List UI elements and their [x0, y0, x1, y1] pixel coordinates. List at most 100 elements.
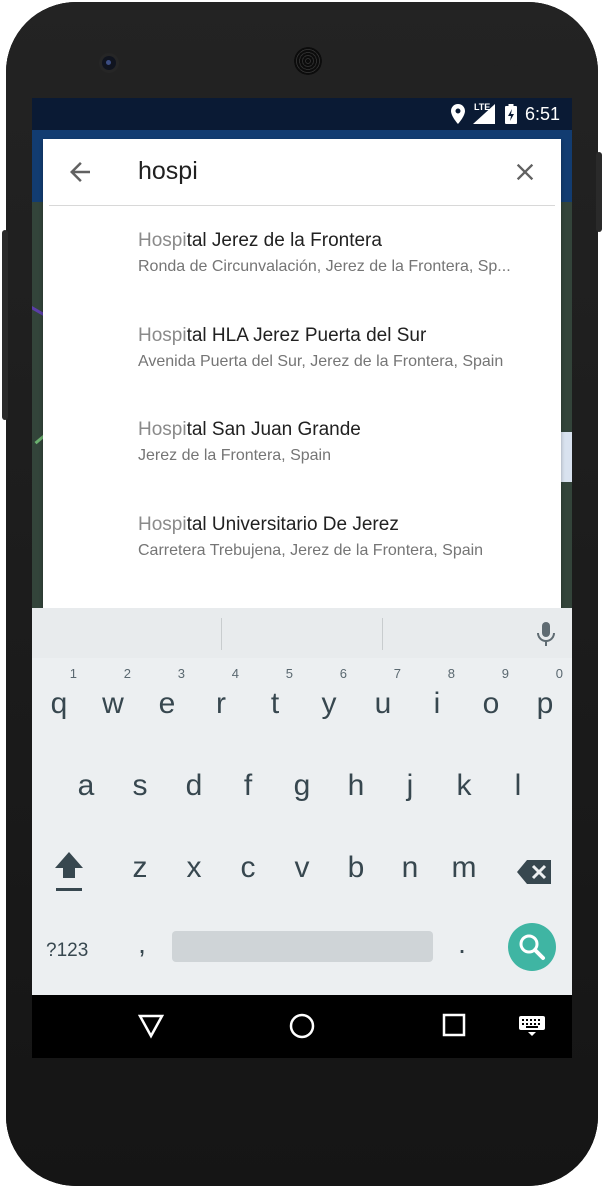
key-char: a	[77, 769, 95, 802]
suggestion-item[interactable]: Hospital San Juan Grande Jerez de la Fro…	[138, 418, 558, 467]
key-char: i	[433, 687, 441, 720]
proximity-sensor	[492, 58, 500, 66]
microphone-icon[interactable]	[534, 620, 558, 648]
suggestion-item[interactable]: Hospital HLA Jerez Puerta del Sur Avenid…	[138, 324, 558, 373]
network-type: LTE	[473, 102, 491, 112]
clock-time: 6:51	[524, 103, 560, 124]
recents-square-icon[interactable]	[442, 1013, 466, 1037]
key-o[interactable]: 9o	[464, 664, 518, 744]
key-char: m	[451, 851, 477, 884]
keyboard-row-2: a s d f g h j k l	[32, 746, 572, 826]
key-j[interactable]: j	[383, 746, 437, 826]
key-char: j	[406, 769, 414, 802]
key-g[interactable]: g	[275, 746, 329, 826]
key-char: p	[536, 687, 554, 720]
soft-keyboard: 1q 2w 3e 4r 5t 6y 7u 8i 9o 0p a s d f g …	[32, 608, 572, 995]
key-v[interactable]: v	[275, 828, 329, 908]
phone-frame: LTE 6:51 hospi Hospital Jerez de la Fron…	[2, 2, 602, 1186]
suggestion-rest: tal Universitario De Jerez	[186, 514, 399, 535]
map-label-shape	[560, 432, 572, 482]
search-bar: hospi	[43, 139, 561, 205]
suggestion-title: Hospital San Juan Grande	[138, 418, 558, 442]
key-e[interactable]: 3e	[140, 664, 194, 744]
suggestion-subtitle: Ronda de Circunvalación, Jerez de la Fro…	[138, 258, 511, 275]
key-char: u	[374, 687, 392, 720]
battery-charging-icon	[504, 104, 517, 124]
key-hint: 2	[123, 666, 131, 681]
key-char: c	[240, 851, 256, 884]
suggestion-item[interactable]: Hospital Universitario De Jerez Carreter…	[138, 513, 558, 562]
key-d[interactable]: d	[167, 746, 221, 826]
suggestion-match: Hospi	[138, 419, 187, 440]
earpiece-speaker	[294, 47, 322, 75]
key-char: o	[482, 687, 500, 720]
key-q[interactable]: 1q	[32, 664, 86, 744]
key-hint: 5	[285, 666, 293, 681]
key-char: s	[132, 769, 148, 802]
status-bar: LTE 6:51	[32, 98, 572, 130]
key-char: f	[243, 769, 253, 802]
key-char: t	[270, 687, 280, 720]
key-l[interactable]: l	[491, 746, 545, 826]
key-char: q	[50, 687, 68, 720]
key-t[interactable]: 5t	[248, 664, 302, 744]
backspace-icon[interactable]	[517, 860, 551, 884]
key-z[interactable]: z	[113, 828, 167, 908]
key-char: g	[293, 769, 311, 802]
comma-key[interactable]: ,	[132, 928, 152, 960]
key-i[interactable]: 8i	[410, 664, 464, 744]
key-p[interactable]: 0p	[518, 664, 572, 744]
key-b[interactable]: b	[329, 828, 383, 908]
key-y[interactable]: 6y	[302, 664, 356, 744]
suggestion-title: Hospital HLA Jerez Puerta del Sur	[138, 324, 558, 348]
key-w[interactable]: 2w	[86, 664, 140, 744]
key-char: e	[158, 687, 176, 720]
suggestion-match: Hospi	[138, 230, 187, 251]
home-circle-icon[interactable]	[289, 1013, 315, 1039]
key-char: y	[321, 687, 337, 720]
volume-button	[2, 230, 8, 420]
search-input[interactable]: hospi	[138, 155, 198, 187]
suggestion-separator	[382, 618, 383, 650]
keyboard-icon[interactable]	[518, 1015, 546, 1037]
suggestion-item[interactable]: Hospital Jerez de la Frontera Ronda de C…	[138, 229, 558, 278]
key-hint: 1	[69, 666, 77, 681]
key-s[interactable]: s	[113, 746, 167, 826]
key-char: k	[456, 769, 472, 802]
suggestion-separator	[221, 618, 222, 650]
key-char: n	[401, 851, 419, 884]
key-char: r	[216, 687, 226, 720]
key-n[interactable]: n	[383, 828, 437, 908]
suggestion-rest: tal San Juan Grande	[186, 419, 361, 440]
suggestion-match: Hospi	[138, 514, 187, 535]
key-c[interactable]: c	[221, 828, 275, 908]
key-r[interactable]: 4r	[194, 664, 248, 744]
key-x[interactable]: x	[167, 828, 221, 908]
key-m[interactable]: m	[437, 828, 491, 908]
key-char: h	[347, 769, 365, 802]
close-icon[interactable]	[511, 158, 539, 186]
key-f[interactable]: f	[221, 746, 275, 826]
symbols-key[interactable]: ?123	[46, 940, 88, 962]
navigation-bar	[32, 995, 572, 1058]
keyboard-row-3: z x c v b n m	[32, 828, 572, 908]
key-hint: 8	[447, 666, 455, 681]
search-action-key[interactable]	[508, 923, 556, 971]
space-key[interactable]	[172, 931, 433, 962]
divider	[49, 205, 555, 206]
key-hint: 9	[501, 666, 509, 681]
front-camera	[102, 56, 116, 70]
power-button	[596, 152, 602, 232]
suggestion-subtitle: Jerez de la Frontera, Spain	[138, 447, 331, 464]
back-triangle-icon[interactable]	[138, 1013, 164, 1039]
suggestion-title: Hospital Universitario De Jerez	[138, 513, 558, 537]
suggestion-strip	[32, 608, 572, 658]
key-a[interactable]: a	[59, 746, 113, 826]
arrow-left-icon[interactable]	[65, 157, 95, 187]
key-h[interactable]: h	[329, 746, 383, 826]
key-char: l	[514, 769, 522, 802]
period-key[interactable]: .	[452, 928, 472, 960]
key-u[interactable]: 7u	[356, 664, 410, 744]
key-k[interactable]: k	[437, 746, 491, 826]
key-char: z	[132, 851, 148, 884]
